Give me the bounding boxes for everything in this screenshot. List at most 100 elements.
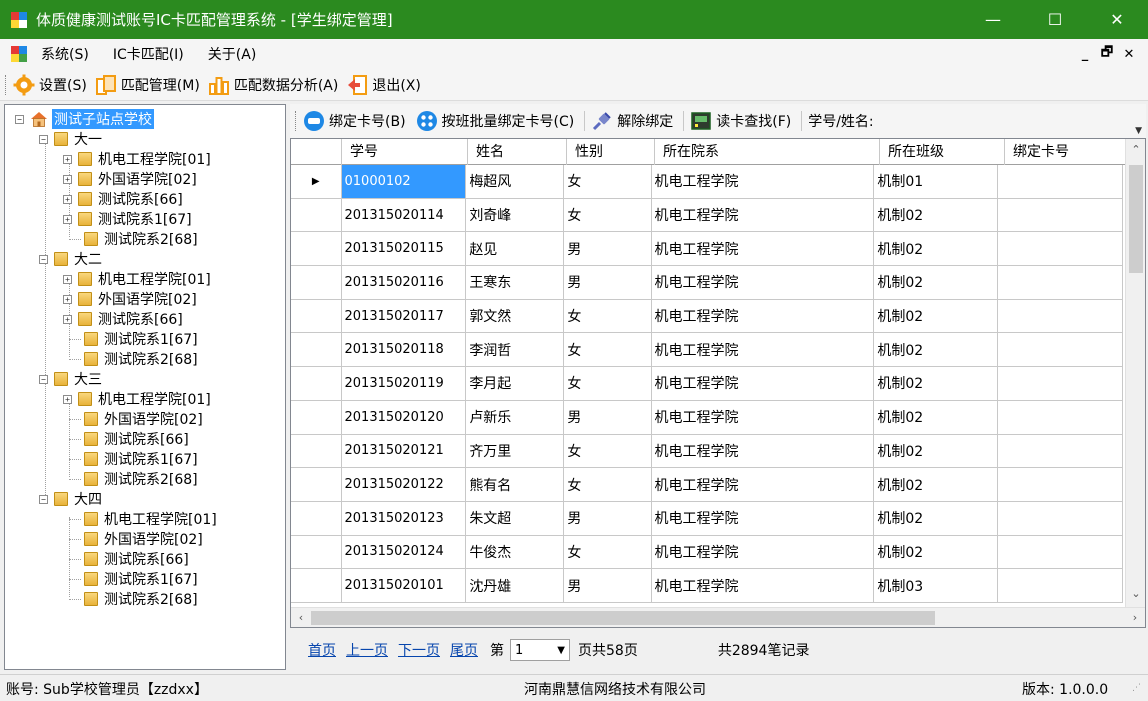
row-header[interactable]	[291, 501, 342, 535]
expand-icon[interactable]: +	[63, 154, 72, 164]
cell-name[interactable]: 李月起	[466, 367, 565, 400]
cell-department[interactable]: 机电工程学院	[652, 232, 875, 266]
toolbar-grip[interactable]	[5, 74, 8, 95]
horizontal-scroll-thumb[interactable]	[311, 611, 935, 625]
match-manage-button[interactable]: 匹配管理(M)	[95, 74, 200, 96]
cell-student-id[interactable]: 201315020124	[342, 535, 467, 569]
cell-student-id[interactable]: 201315020101	[342, 569, 467, 602]
cell-class[interactable]: 机制03	[874, 569, 999, 602]
cell-student-id[interactable]: 201315020120	[342, 400, 467, 434]
table-row[interactable]: 201315020117 郭文然女机电工程学院 机制02	[291, 299, 1123, 334]
cell-class[interactable]: 机制02	[874, 232, 999, 266]
cell-card-no[interactable]	[998, 299, 1123, 333]
column-header-card-no[interactable]: 绑定卡号	[1005, 139, 1131, 165]
cell-department[interactable]: 机电工程学院	[652, 299, 875, 333]
cell-gender[interactable]: 女	[564, 198, 652, 232]
row-header[interactable]: ▶	[291, 165, 342, 198]
tree-dept[interactable]: + 测试院系[66]	[63, 309, 183, 329]
menu-system[interactable]: 系统(S)	[41, 44, 89, 64]
cell-name[interactable]: 王寒东	[466, 266, 565, 299]
tree-grade[interactable]: − 大四	[39, 489, 102, 509]
cell-class[interactable]: 机制02	[874, 434, 999, 468]
bind-card-button[interactable]: 绑定卡号(B)	[303, 110, 406, 132]
first-page-link[interactable]: 首页	[308, 640, 336, 660]
tree-root[interactable]: − 测试子站点学校	[15, 109, 154, 129]
tree-dept[interactable]: + 机电工程学院[01]	[63, 149, 211, 169]
table-row[interactable]: 201315020121 齐万里女机电工程学院 机制02	[291, 434, 1123, 469]
tree-dept[interactable]: 测试院系2[68]	[84, 469, 198, 489]
data-analysis-button[interactable]: 匹配数据分析(A)	[208, 74, 338, 96]
cell-card-no[interactable]	[998, 569, 1123, 602]
cell-department[interactable]: 机电工程学院	[652, 468, 875, 501]
tree-grade[interactable]: − 大三	[39, 369, 102, 389]
expand-icon[interactable]: +	[63, 194, 72, 204]
cell-gender[interactable]: 女	[564, 299, 652, 333]
tree-dept[interactable]: 外国语学院[02]	[84, 529, 203, 549]
cell-department[interactable]: 机电工程学院	[652, 266, 875, 299]
tree-grade[interactable]: − 大二	[39, 249, 102, 269]
table-row[interactable]: 201315020119 李月起女机电工程学院 机制02	[291, 367, 1123, 401]
column-header-name[interactable]: 姓名	[468, 139, 567, 165]
table-row[interactable]: 201315020124 牛俊杰女机电工程学院 机制02	[291, 535, 1123, 570]
menu-about[interactable]: 关于(A)	[208, 44, 257, 64]
cell-card-no[interactable]	[998, 367, 1123, 400]
table-row[interactable]: 201315020122 熊有名女机电工程学院 机制02	[291, 468, 1123, 502]
cell-name[interactable]: 梅超风	[466, 165, 565, 198]
cell-gender[interactable]: 男	[564, 569, 652, 602]
page-select[interactable]: 1 ▼	[510, 639, 570, 661]
tree-dept[interactable]: 测试院系1[67]	[84, 329, 198, 349]
mdi-close-button[interactable]: ✕	[1118, 47, 1140, 62]
tree-dept[interactable]: 测试院系2[68]	[84, 229, 198, 249]
cell-department[interactable]: 机电工程学院	[652, 535, 875, 569]
row-header[interactable]	[291, 367, 342, 400]
cell-department[interactable]: 机电工程学院	[652, 198, 875, 232]
collapse-icon[interactable]: −	[39, 374, 48, 384]
cell-card-no[interactable]	[998, 535, 1123, 569]
scroll-down-icon[interactable]: ⌄	[1126, 585, 1145, 603]
mdi-restore-button[interactable]: 🗗	[1096, 43, 1118, 65]
table-row[interactable]: 201315020114 刘奇峰女机电工程学院 机制02	[291, 198, 1123, 233]
cell-name[interactable]: 郭文然	[466, 299, 565, 333]
expand-icon[interactable]: +	[63, 274, 72, 284]
cell-name[interactable]: 熊有名	[466, 468, 565, 501]
vertical-scrollbar[interactable]: ⌃ ⌄	[1125, 139, 1145, 609]
cell-gender[interactable]: 女	[564, 535, 652, 569]
table-row[interactable]: 201315020115 赵见男机电工程学院 机制02	[291, 232, 1123, 267]
toolbar-overflow-icon[interactable]: ▼	[1135, 126, 1142, 136]
tree-dept[interactable]: 测试院系2[68]	[84, 589, 198, 609]
cell-card-no[interactable]	[998, 232, 1123, 266]
row-header[interactable]	[291, 232, 342, 266]
cell-department[interactable]: 机电工程学院	[652, 165, 875, 198]
cell-name[interactable]: 刘奇峰	[466, 198, 565, 232]
cell-gender[interactable]: 男	[564, 232, 652, 266]
collapse-icon[interactable]: −	[15, 114, 24, 124]
school-tree[interactable]: − 测试子站点学校 − 大一 + 机电工程学院[01] + 外国语学院[02] + 测…	[4, 104, 286, 670]
cell-student-id[interactable]: 201315020121	[342, 434, 467, 468]
scroll-left-icon[interactable]: ‹	[291, 608, 311, 627]
row-header[interactable]	[291, 299, 342, 333]
collapse-icon[interactable]: −	[39, 134, 48, 144]
cell-card-no[interactable]	[998, 468, 1123, 501]
cell-student-id[interactable]: 201315020114	[342, 198, 467, 232]
cell-student-id[interactable]: 01000102	[341, 165, 467, 198]
resize-grip-icon[interactable]: ⋰	[1132, 683, 1141, 693]
cell-card-no[interactable]	[998, 501, 1123, 535]
cell-class[interactable]: 机制02	[874, 501, 999, 535]
minimize-button[interactable]: —	[962, 0, 1024, 39]
cell-student-id[interactable]: 201315020119	[342, 367, 467, 400]
table-row[interactable]: 201315020101 沈丹雄男机电工程学院 机制03	[291, 569, 1123, 603]
scroll-right-icon[interactable]: ›	[1125, 608, 1145, 627]
cell-gender[interactable]: 女	[564, 468, 652, 501]
cell-class[interactable]: 机制02	[874, 535, 999, 569]
cell-student-id[interactable]: 201315020122	[342, 468, 467, 501]
cell-class[interactable]: 机制02	[874, 333, 999, 367]
read-card-button[interactable]: 读卡查找(F)	[690, 110, 791, 132]
cell-card-no[interactable]	[998, 434, 1123, 468]
cell-class[interactable]: 机制02	[874, 367, 999, 400]
expand-icon[interactable]: +	[63, 394, 72, 404]
table-row[interactable]: ▶ 01000102 梅超风女机电工程学院 机制01	[291, 165, 1123, 199]
maximize-button[interactable]: ☐	[1024, 0, 1086, 39]
unbind-button[interactable]: 解除绑定	[591, 110, 673, 132]
tree-dept[interactable]: + 外国语学院[02]	[63, 289, 197, 309]
cell-class[interactable]: 机制02	[874, 299, 999, 333]
